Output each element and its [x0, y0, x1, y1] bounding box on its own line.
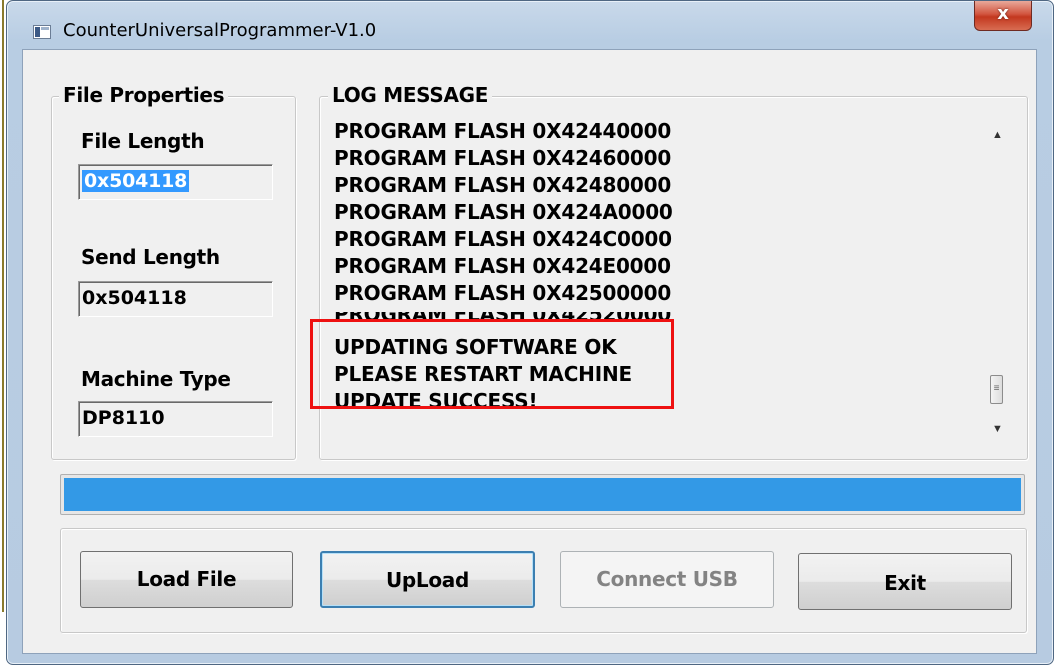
app-icon[interactable] [33, 25, 51, 39]
background-window-edge [0, 0, 5, 612]
load-file-button[interactable]: Load File [80, 551, 293, 608]
machine-type-value: DP8110 [82, 407, 165, 429]
connect-usb-button[interactable]: Connect USB [560, 551, 774, 608]
log-line: PROGRAM FLASH 0X424A0000 [334, 200, 673, 224]
upload-button[interactable]: UpLoad [320, 551, 535, 608]
scroll-thumb[interactable]: ≡ [990, 375, 1003, 404]
log-line: PROGRAM FLASH 0X42460000 [334, 146, 672, 170]
client-area: File Properties File Length 0x504118 Sen… [22, 49, 1037, 654]
log-message-group: LOG MESSAGE PROGRAM FLASH 0X42440000 PRO… [310, 83, 1028, 460]
title-bar[interactable]: CounterUniversalProgrammer-V1.0 x [7, 1, 1053, 45]
exit-button[interactable]: Exit [798, 553, 1012, 610]
log-line: PROGRAM FLASH 0X424C0000 [334, 227, 672, 251]
file-length-field[interactable]: 0x504118 [78, 164, 273, 200]
window-title: CounterUniversalProgrammer-V1.0 [63, 20, 377, 41]
scroll-down-icon[interactable]: ▼ [992, 423, 1003, 435]
log-line: PROGRAM FLASH 0X424E0000 [334, 254, 671, 278]
file-length-label: File Length [81, 129, 205, 153]
log-scrollbar[interactable]: ▲ ≡ ▼ [980, 117, 1022, 441]
send-length-value: 0x504118 [82, 287, 187, 309]
machine-type-label: Machine Type [81, 367, 231, 391]
send-length-label: Send Length [81, 245, 220, 269]
progress-bar [60, 474, 1025, 515]
log-line: PROGRAM FLASH 0X42480000 [334, 173, 672, 197]
machine-type-field[interactable]: DP8110 [78, 401, 273, 437]
file-properties-group: File Properties File Length 0x504118 Sen… [51, 83, 296, 460]
highlight-box [310, 319, 674, 409]
log-line: PROGRAM FLASH 0X42440000 [334, 119, 672, 143]
app-window: CounterUniversalProgrammer-V1.0 x File P… [6, 0, 1054, 665]
file-properties-title: File Properties [59, 83, 229, 107]
progress-fill [64, 478, 1021, 511]
log-line: PROGRAM FLASH 0X42500000 [334, 281, 672, 305]
scroll-up-icon[interactable]: ▲ [992, 129, 1003, 141]
send-length-field[interactable]: 0x504118 [78, 281, 273, 317]
file-length-value: 0x504118 [82, 170, 190, 192]
close-button[interactable]: x [974, 1, 1032, 31]
